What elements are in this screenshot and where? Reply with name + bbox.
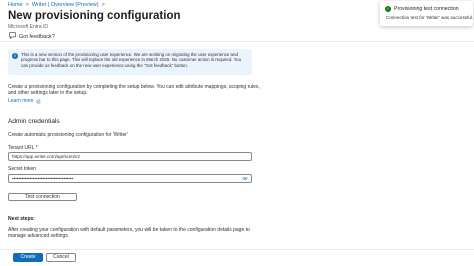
- info-banner: i This is a new version of the provision…: [8, 49, 252, 75]
- toast-message: Connection test for 'Writer' was success…: [386, 15, 474, 20]
- breadcrumb-separator: >: [25, 2, 29, 8]
- next-steps-heading: Next steps:: [8, 216, 35, 222]
- command-bar: [0, 30, 474, 42]
- breadcrumb-app[interactable]: Writer | Overview (Preview): [32, 2, 99, 8]
- tenant-url-label: Tenant URL *: [8, 145, 38, 151]
- notification-toast: ✓ Provisioning test connection Connectio…: [380, 1, 473, 26]
- external-link-icon: [36, 99, 40, 103]
- learn-more-label: Learn more: [8, 98, 34, 104]
- info-icon: i: [12, 53, 18, 59]
- next-steps-text: After creating your configuration with d…: [8, 227, 250, 240]
- required-marker: *: [35, 145, 38, 151]
- more-options-button[interactable]: ...: [160, 12, 170, 21]
- tenant-url-label-text: Tenant URL: [8, 145, 35, 151]
- secret-token-label: Secret token: [8, 166, 37, 172]
- intro-text: Create a provisioning configuration by c…: [8, 84, 260, 97]
- breadcrumb-home[interactable]: Home: [8, 2, 23, 8]
- learn-more-link[interactable]: Learn more: [8, 98, 41, 104]
- feedback-icon: [9, 32, 16, 41]
- create-button[interactable]: Create: [13, 253, 43, 262]
- breadcrumb: Home > Writer | Overview (Preview) >: [8, 2, 105, 8]
- checkmark-icon: ✓: [385, 6, 391, 12]
- page-title: New provisioning configuration: [8, 10, 181, 22]
- footer-divider: [0, 249, 474, 250]
- secret-token-value: ••••••••••••••••••••••••••••••••••••••: [12, 176, 74, 181]
- feedback-button[interactable]: Got feedback?: [9, 32, 55, 41]
- cancel-button[interactable]: Cancel: [46, 253, 76, 262]
- feedback-label: Got feedback?: [19, 33, 55, 40]
- admin-credentials-heading: Admin credentials: [8, 118, 60, 125]
- show-password-icon[interactable]: [242, 176, 248, 181]
- admin-credentials-description: Create automatic provisioning configurat…: [8, 132, 128, 138]
- secret-token-input[interactable]: ••••••••••••••••••••••••••••••••••••••: [8, 174, 252, 183]
- toast-title: Provisioning test connection: [394, 6, 459, 12]
- banner-text: This is a new version of the provisionin…: [21, 52, 242, 68]
- breadcrumb-separator: >: [101, 2, 105, 8]
- tenant-url-input[interactable]: https://app.writer.com/api/scim/v2: [8, 152, 252, 161]
- test-connection-button[interactable]: Test connection: [8, 193, 77, 201]
